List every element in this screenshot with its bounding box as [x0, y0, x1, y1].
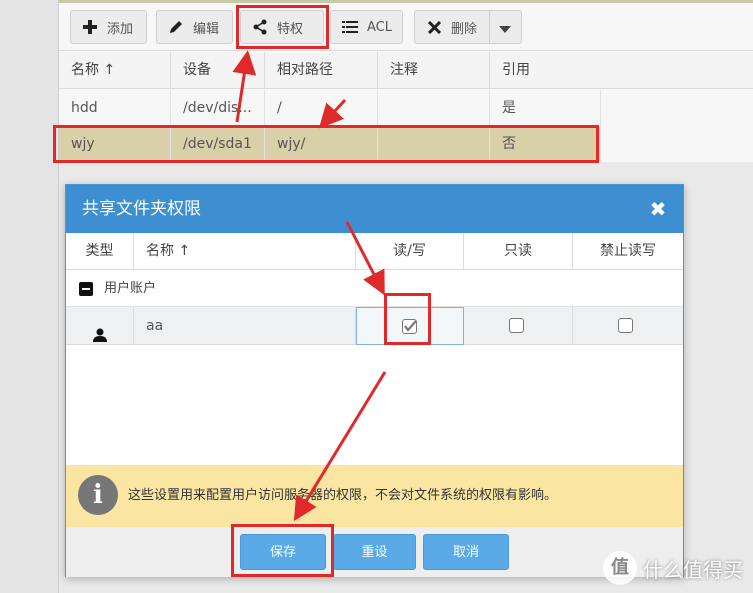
arrow-to-save: [293, 371, 387, 522]
watermark: 值 什么值得买: [603, 551, 743, 585]
watermark-logo: 值: [603, 551, 637, 585]
arrow-to-checkbox: [345, 221, 385, 296]
annotation-arrows: [232, 50, 387, 522]
arrow-to-privilege: [232, 50, 257, 123]
watermark-text: 什么值得买: [643, 557, 743, 582]
arrow-to-row: [318, 98, 347, 129]
